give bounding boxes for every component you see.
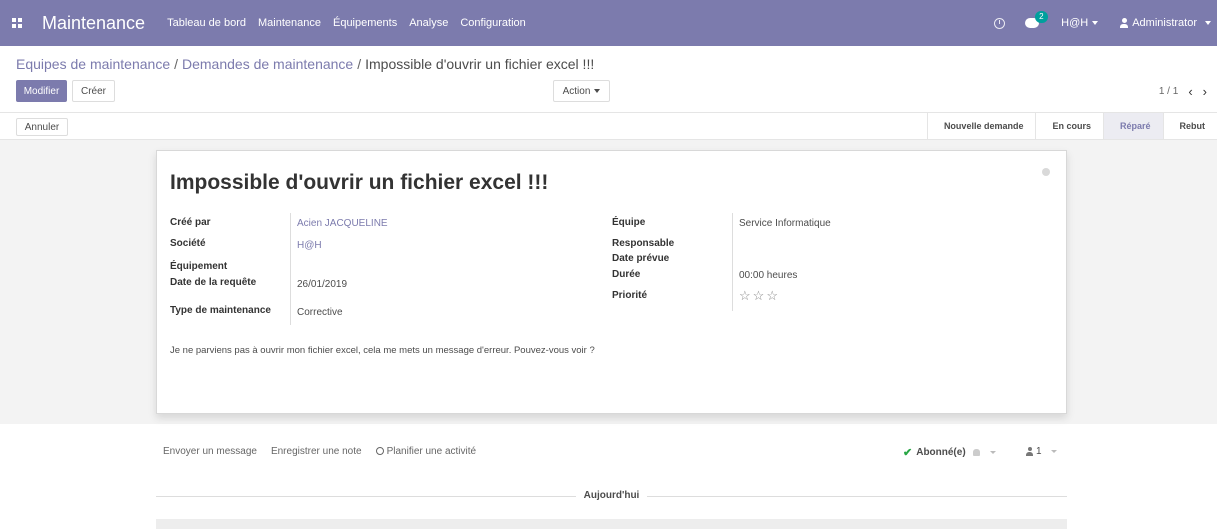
menu-item-analysis[interactable]: Analyse — [409, 17, 448, 29]
user-icon — [1026, 447, 1033, 456]
field-label-equipment: Équipement — [170, 261, 228, 272]
pager: 1 / 1 ‹ › — [1159, 84, 1207, 99]
top-navbar: Maintenance Tableau de bord Maintenance … — [0, 0, 1217, 46]
action-dropdown[interactable]: Action — [553, 80, 610, 102]
menu-item-configuration[interactable]: Configuration — [460, 17, 525, 29]
menu-item-maintenance[interactable]: Maintenance — [258, 17, 321, 29]
followers-count: 1 — [1036, 446, 1042, 457]
field-label-team: Équipe — [612, 217, 646, 228]
field-label-maintenance-type: Type de maintenance — [170, 305, 271, 316]
star-icon[interactable]: ☆ — [766, 288, 778, 304]
navbar-systray: 2 H@H Administrator — [994, 0, 1217, 46]
breadcrumb-current: Impossible d'ouvrir un fichier excel !!! — [365, 56, 595, 72]
field-label-request-date: Date de la requête — [170, 277, 257, 288]
edit-button[interactable]: Modifier — [16, 80, 67, 102]
chevron-down-icon — [989, 451, 996, 454]
today-label: Aujourd'hui — [575, 490, 648, 501]
field-label-company: Société — [170, 238, 206, 249]
bell-icon — [972, 449, 980, 456]
message-item — [156, 519, 1067, 529]
log-note-button[interactable]: Enregistrer une note — [271, 446, 362, 457]
pager-value[interactable]: 1 / 1 — [1159, 86, 1178, 97]
chat-count-badge: 2 — [1035, 11, 1048, 23]
field-label-priority: Priorité — [612, 290, 648, 301]
priority-stars: ☆ ☆ ☆ — [739, 288, 778, 304]
field-label-scheduled-date: Date prévue — [612, 253, 670, 264]
user-menu[interactable]: Administrator — [1120, 17, 1211, 29]
next-record-icon[interactable]: › — [1203, 84, 1207, 99]
main-menu: Tableau de bord Maintenance Équipements … — [167, 17, 526, 29]
stage-new-request[interactable]: Nouvelle demande — [926, 113, 1036, 139]
follow-button[interactable]: ✔ Abonné(e) — [903, 446, 996, 459]
breadcrumb-item-teams[interactable]: Equipes de maintenance — [16, 56, 170, 72]
field-duration[interactable]: 00:00 heures — [739, 270, 797, 281]
record-title: Impossible d'ouvrir un fichier excel !!! — [170, 171, 549, 194]
user-icon — [1120, 18, 1129, 28]
stage-repaired[interactable]: Réparé — [1102, 113, 1163, 139]
app-name[interactable]: Maintenance — [42, 13, 145, 34]
kanban-state-icon[interactable] — [1042, 168, 1050, 176]
check-icon: ✔ — [903, 447, 913, 459]
star-icon[interactable]: ☆ — [753, 288, 765, 304]
menu-item-dashboard[interactable]: Tableau de bord — [167, 17, 246, 29]
schedule-activity-label: Planifier une activité — [386, 446, 477, 457]
user-name: Administrator — [1132, 17, 1197, 29]
chatter-toolbar: Envoyer un message Enregistrer une note … — [163, 446, 476, 457]
followed-label: Abonné(e) — [916, 447, 966, 458]
menu-item-equipments[interactable]: Équipements — [333, 17, 397, 29]
field-separator — [732, 213, 733, 311]
action-label: Action — [562, 85, 591, 97]
chevron-down-icon — [1050, 450, 1057, 453]
description-text[interactable]: Je ne parviens pas à ouvrir mon fichier … — [170, 345, 595, 356]
chat-icon[interactable]: 2 — [1025, 11, 1048, 28]
apps-menu-button[interactable] — [0, 0, 34, 46]
field-label-responsible: Responsable — [612, 238, 675, 249]
create-button[interactable]: Créer — [72, 80, 115, 102]
breadcrumb: Equipes de maintenance / Demandes de maint… — [16, 56, 594, 72]
field-separator — [290, 213, 291, 325]
field-created-by[interactable]: Acien JACQUELINE — [297, 218, 388, 229]
send-message-button[interactable]: Envoyer un message — [163, 446, 257, 457]
previous-record-icon[interactable]: ‹ — [1188, 84, 1192, 99]
field-maintenance-type[interactable]: Corrective — [297, 307, 343, 318]
company-name: H@H — [1061, 17, 1089, 29]
field-label-duration: Durée — [612, 269, 641, 280]
breadcrumb-item-requests[interactable]: Demandes de maintenance — [182, 56, 353, 72]
stage-selector: Nouvelle demande En cours Réparé Rebut — [926, 113, 1217, 139]
stage-in-progress[interactable]: En cours — [1035, 113, 1103, 139]
field-team[interactable]: Service Informatique — [739, 218, 831, 229]
chevron-down-icon — [594, 89, 601, 93]
breadcrumb-separator: / — [357, 56, 362, 72]
field-label-created-by: Créé par — [170, 217, 211, 228]
stage-scrap[interactable]: Rebut — [1162, 113, 1217, 139]
field-company[interactable]: H@H — [297, 240, 322, 251]
field-request-date[interactable]: 26/01/2019 — [297, 279, 347, 290]
chevron-down-icon — [1205, 21, 1211, 25]
activity-clock-icon[interactable] — [994, 17, 1006, 29]
clock-icon — [375, 447, 384, 455]
form-sheet: Impossible d'ouvrir un fichier excel !!!… — [156, 150, 1067, 414]
date-separator: Aujourd'hui — [156, 490, 1067, 502]
schedule-activity-button[interactable]: Planifier une activité — [375, 446, 477, 457]
star-icon[interactable]: ☆ — [739, 288, 751, 304]
company-switcher[interactable]: H@H — [1061, 17, 1099, 29]
cancel-button[interactable]: Annuler — [16, 118, 68, 136]
chevron-down-icon — [1092, 21, 1099, 26]
breadcrumb-separator: / — [174, 56, 178, 72]
followers-button[interactable]: 1 — [1026, 446, 1057, 457]
apps-grid-icon — [12, 18, 22, 28]
statusbar: Annuler Nouvelle demande En cours Réparé… — [0, 112, 1217, 140]
